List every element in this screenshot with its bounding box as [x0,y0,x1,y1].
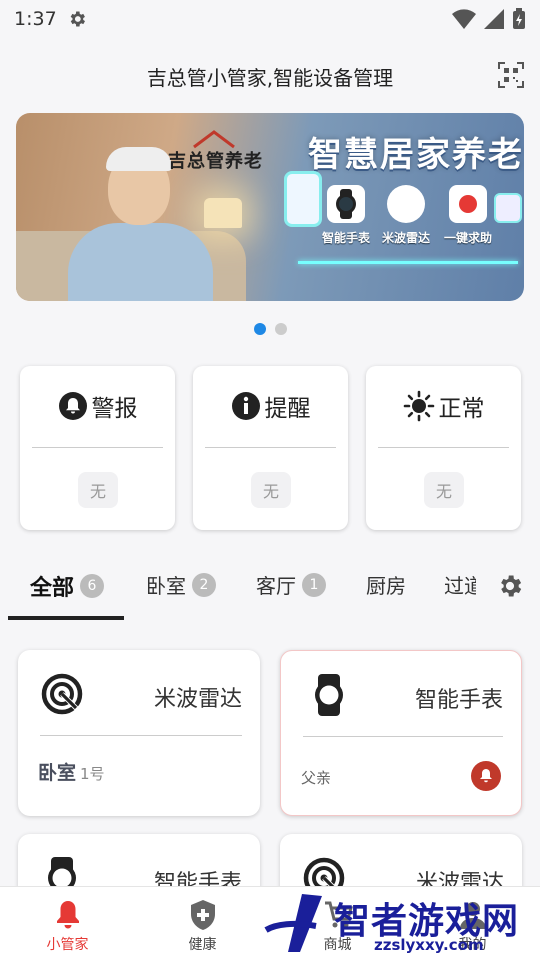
bell-icon [58,392,87,420]
status-time: 1:37 [14,8,57,30]
tab-kitchen[interactable]: 厨房 [366,570,406,599]
device-card-alert[interactable]: 智能手表 父亲 [280,650,522,816]
info-icon [231,392,260,420]
nav-label: 我的 [458,937,487,953]
wifi-icon [452,9,476,29]
status-card-label: 提醒 [264,396,311,422]
alert-bell-icon[interactable] [471,761,501,791]
tab-all[interactable]: 全部 6 [30,570,105,602]
banner-person-hair [106,147,172,171]
tab-label: 卧室 [146,574,186,598]
settings-gear-icon [70,11,85,27]
status-card-reminder[interactable]: 提醒 无 [193,366,348,530]
divider [205,447,336,448]
shield-plus-icon [190,900,215,930]
banner-brand: 吉总管养老 [168,151,263,172]
scan-qr-icon[interactable] [498,62,524,88]
device-location: 卧室 1号 [38,758,105,785]
carousel-dot-active[interactable] [253,323,266,335]
header: 吉总管小管家,智能设备管理 [0,52,540,100]
watch-icon [327,185,365,223]
bottom-nav: 小管家 健康 商城 我的 [0,886,540,960]
status-card-alarm[interactable]: 警报 无 [20,366,175,530]
page-title: 吉总管小管家,智能设备管理 [146,65,394,90]
divider [32,447,163,448]
tab-count-badge: 2 [192,572,216,597]
banner-hub-device [494,193,522,223]
tab-bedroom[interactable]: 卧室 2 [146,570,216,599]
status-card-label: 警报 [91,396,138,422]
nav-label: 小管家 [46,937,89,953]
device-room: 卧室 [38,762,77,784]
tab-hallway[interactable]: 过道 [444,570,476,599]
status-card-head: 正常 [366,386,521,426]
gear-icon[interactable] [496,572,524,600]
tab-active-indicator [8,616,124,620]
device-name: 米波雷达 [153,687,242,712]
bell-icon [56,901,79,929]
status-card-label: 正常 [438,396,485,422]
tab-label: 客厅 [256,574,296,598]
banner-glow-line [298,261,518,264]
status-card-head: 提醒 [193,386,348,426]
banner-headline: 智慧居家养老 [308,135,524,175]
banner-lamp [204,198,242,228]
sun-icon [403,390,434,422]
nav-item-mall[interactable]: 商城 [270,887,405,960]
room-tabs: 全部 6 卧室 2 客厅 1 厨房 过道 [0,556,540,620]
tab-count-badge: 6 [80,574,105,598]
device-name: 智能手表 [414,688,503,713]
status-card-head: 警报 [20,386,175,426]
status-card-value: 无 [78,472,118,508]
tab-count-badge: 1 [302,572,326,597]
device-card[interactable]: 米波雷达 卧室 1号 [18,650,260,816]
status-card-value: 无 [251,472,291,508]
carousel-dots [0,323,540,337]
banner-person-body [68,223,213,301]
status-card-value: 无 [424,472,464,508]
banner-device-label: 米波雷达 [382,231,431,245]
radar-icon [41,673,83,715]
divider [378,447,509,448]
tab-label: 过道 [444,574,476,598]
banner-device-label: 一键求助 [444,231,493,245]
cart-icon [324,901,353,928]
divider [303,736,503,737]
divider [40,735,242,736]
carousel-dot[interactable] [274,323,287,335]
watch-icon [315,674,343,716]
tab-label: 厨房 [366,574,406,598]
banner-device-radar: 米波雷达 [382,185,430,246]
nav-label: 健康 [188,937,217,953]
sos-button-icon [449,185,487,223]
banner-device-watch: 智能手表 [322,185,370,246]
brand-roof-icon [193,130,235,149]
tab-label: 全部 [30,576,75,601]
tab-living-room[interactable]: 客厅 1 [256,570,326,599]
nav-item-health[interactable]: 健康 [135,887,270,960]
user-icon [459,902,486,929]
device-owner: 父亲 [301,769,332,787]
device-room-number: 1号 [80,765,105,783]
banner-screen-device [284,171,322,227]
radar-device-icon [387,185,425,223]
banner-device-sos: 一键求助 [444,185,492,246]
status-card-normal[interactable]: 正常 无 [366,366,521,530]
signal-icon [484,9,504,29]
nav-item-home[interactable]: 小管家 [0,887,135,960]
status-bar: 1:37 [0,0,540,38]
nav-item-me[interactable]: 我的 [405,887,540,960]
promo-banner[interactable]: 吉总管养老 智慧居家养老 智能手表 米波雷达 一键求助 [16,113,524,301]
nav-label: 商城 [323,937,352,953]
banner-device-label: 智能手表 [322,231,371,245]
battery-icon [513,8,525,29]
